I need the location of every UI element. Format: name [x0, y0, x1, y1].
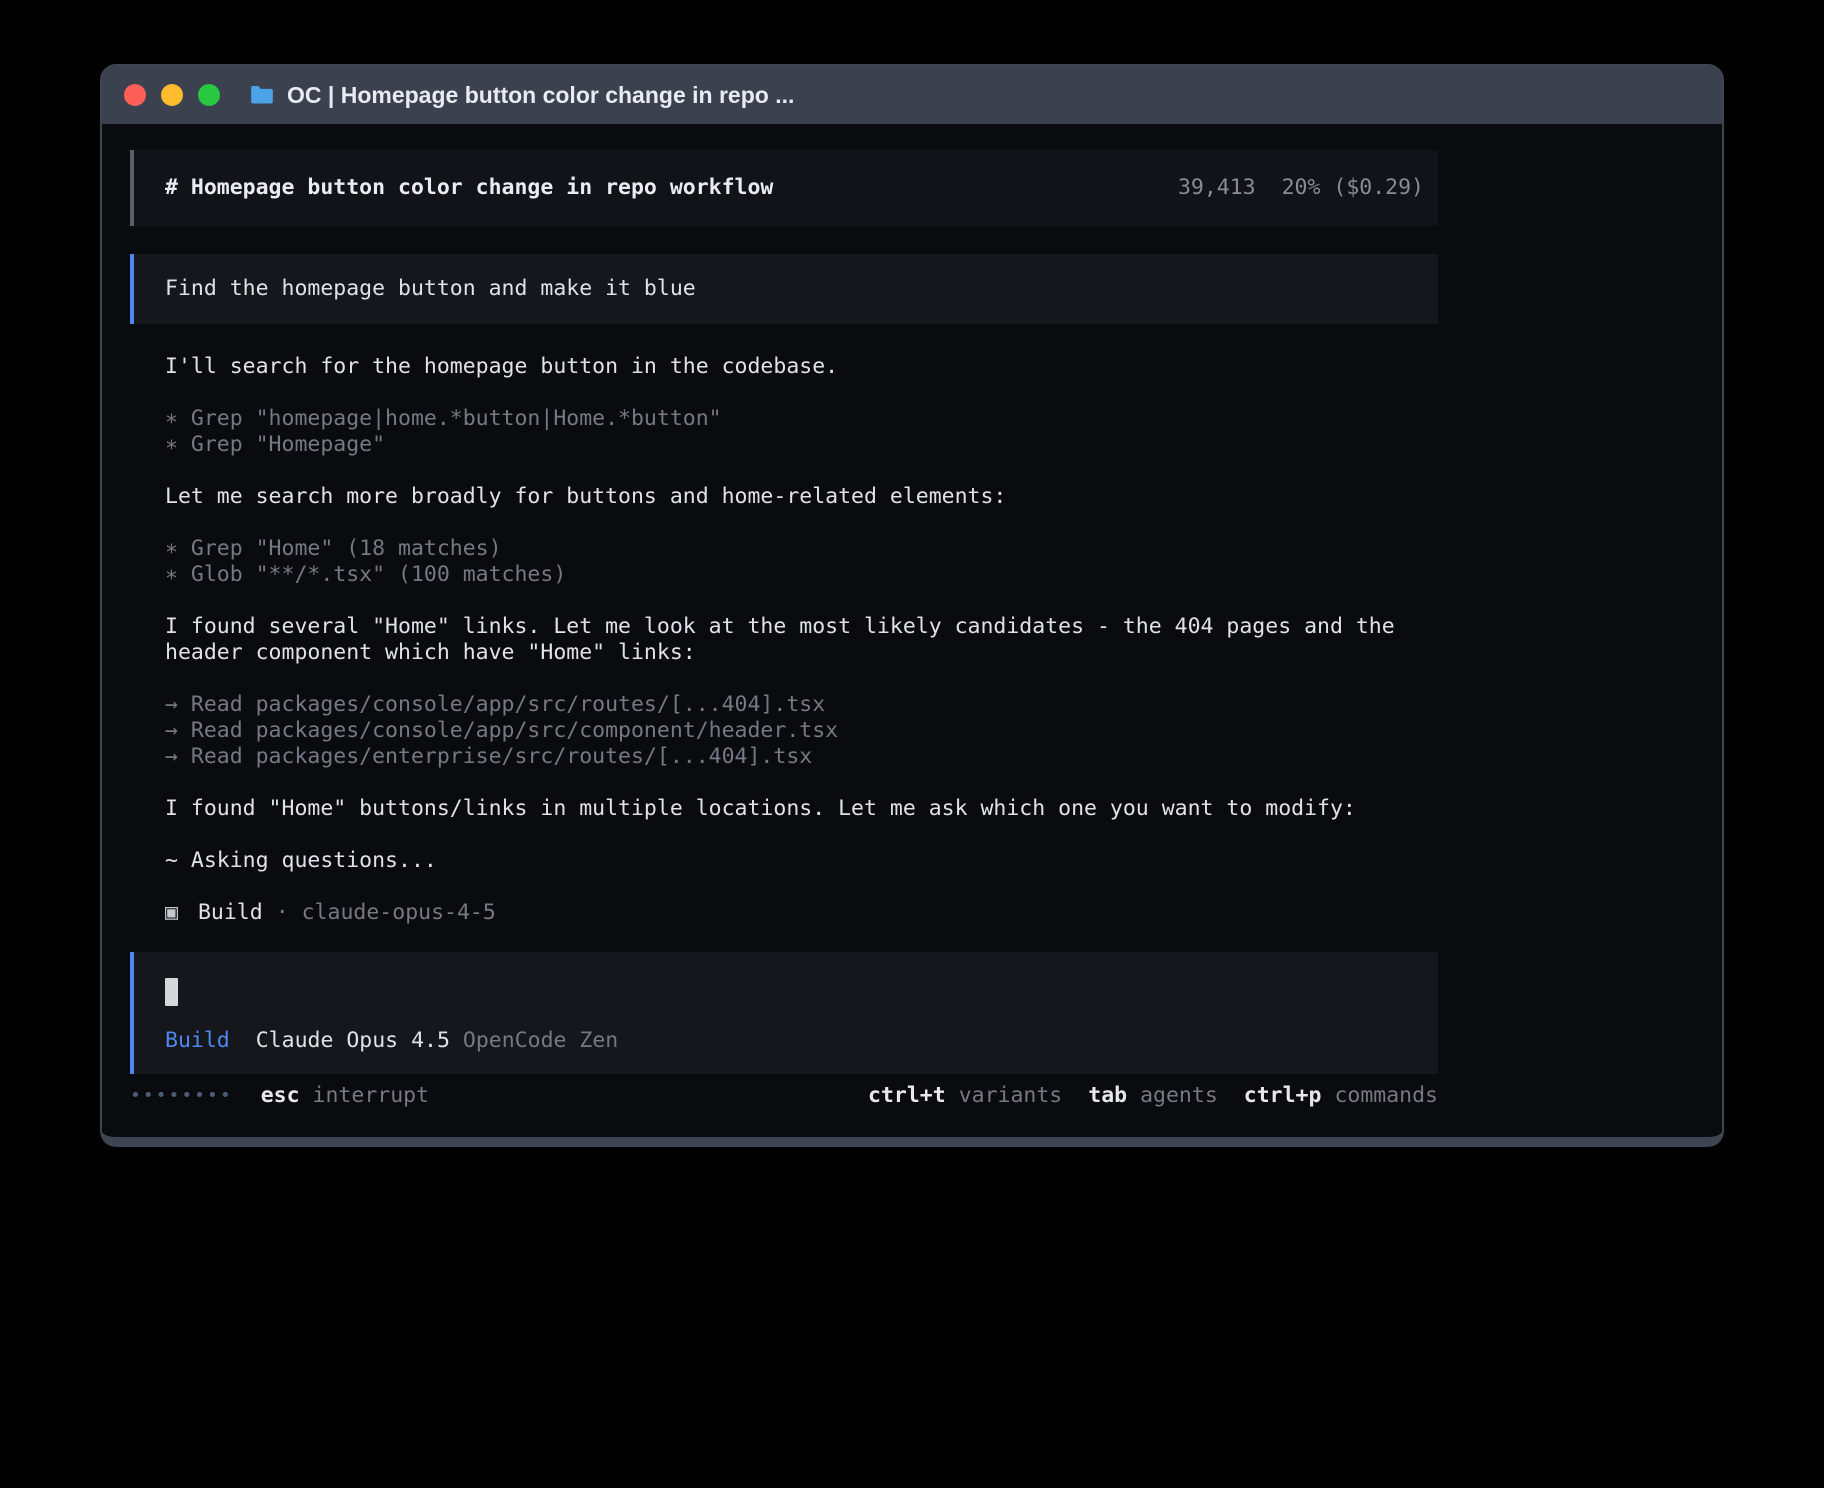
assistant-text: Let me search more broadly for buttons a… [165, 484, 1438, 510]
esc-key-label: esc [261, 1082, 300, 1110]
assistant-text-line: I found "Home" buttons/links in multiple… [165, 796, 1438, 822]
hint-label: agents [1140, 1082, 1218, 1110]
hint-key: ctrl+t [868, 1082, 946, 1110]
hint-key: tab [1088, 1082, 1127, 1110]
tool-call-glob: ∗ Glob "**/*.tsx" (100 matches) [165, 562, 1438, 588]
terminal-content: # Homepage button color change in repo w… [102, 124, 1722, 1110]
user-message: Find the homepage button and make it blu… [130, 254, 1438, 324]
hint-label: commands [1334, 1082, 1438, 1110]
model-row: Build Claude Opus 4.5 OpenCode Zen [165, 1028, 1424, 1054]
provider-name: OpenCode Zen [463, 1028, 618, 1053]
hint-agents: tab agents [1088, 1082, 1218, 1110]
assistant-text-line: I'll search for the homepage button in t… [165, 354, 1438, 380]
terminal-window: OC | Homepage button color change in rep… [100, 64, 1724, 1147]
agent-model: claude-opus-4-5 [302, 900, 496, 925]
zoom-button[interactable] [198, 84, 220, 106]
asking-questions-status: ~ Asking questions... [165, 848, 1438, 874]
hint-label: variants [959, 1082, 1063, 1110]
assistant-transcript: I'll search for the homepage button in t… [130, 354, 1438, 926]
assistant-text: I'll search for the homepage button in t… [165, 354, 1438, 380]
agent-name: Build [198, 900, 263, 925]
agent-status-line: ▣ Build · claude-opus-4-5 [165, 900, 1438, 926]
context-usage: 20% ($0.29) [1282, 175, 1424, 201]
tool-call-grep: ∗ Grep "Home" (18 matches) [165, 536, 1438, 562]
agent-icon: ▣ [165, 900, 178, 925]
session-header: # Homepage button color change in repo w… [130, 150, 1438, 226]
tool-call-read: → Read packages/console/app/src/componen… [165, 718, 1438, 744]
close-button[interactable] [124, 84, 146, 106]
tool-call-group: ∗ Grep "homepage|home.*button|Home.*butt… [165, 406, 1438, 458]
folder-icon [249, 82, 275, 108]
agent-mode-label: Build [165, 1028, 230, 1053]
tool-call-grep: ∗ Grep "Homepage" [165, 432, 1438, 458]
token-count: 39,413 [1178, 175, 1256, 201]
window-title: OC | Homepage button color change in rep… [287, 82, 794, 109]
tool-call-read: → Read packages/console/app/src/routes/[… [165, 692, 1438, 718]
prompt-input[interactable]: Build Claude Opus 4.5 OpenCode Zen [130, 952, 1438, 1074]
dot-separator-icon: · [276, 900, 289, 925]
tool-call-group: → Read packages/console/app/src/routes/[… [165, 692, 1438, 770]
status-line: ~ Asking questions... [165, 848, 1438, 874]
user-message-text: Find the homepage button and make it blu… [165, 276, 696, 301]
spinner-dots-icon: •••••••• [130, 1082, 233, 1110]
interrupt-label: interrupt [313, 1082, 430, 1110]
status-bar-hints: ctrl+t variants tab agents ctrl+p comman… [868, 1082, 1438, 1110]
assistant-text-line: I found several "Home" links. Let me loo… [165, 614, 1438, 666]
model-name: Claude Opus 4.5 [256, 1028, 450, 1053]
hint-key: ctrl+p [1244, 1082, 1322, 1110]
window-titlebar[interactable]: OC | Homepage button color change in rep… [102, 66, 1722, 124]
hint-commands: ctrl+p commands [1244, 1082, 1438, 1110]
assistant-text: I found several "Home" links. Let me loo… [165, 614, 1438, 666]
minimize-button[interactable] [161, 84, 183, 106]
hint-variants: ctrl+t variants [868, 1082, 1062, 1110]
tool-call-grep: ∗ Grep "homepage|home.*button|Home.*butt… [165, 406, 1438, 432]
assistant-text-line: Let me search more broadly for buttons a… [165, 484, 1438, 510]
status-bar-left: •••••••• esc interrupt [130, 1082, 429, 1110]
tool-call-read: → Read packages/enterprise/src/routes/[.… [165, 744, 1438, 770]
session-title: # Homepage button color change in repo w… [165, 175, 773, 201]
session-stats: 39,413 20% ($0.29) [1178, 175, 1424, 201]
assistant-text: I found "Home" buttons/links in multiple… [165, 796, 1438, 822]
status-bar: •••••••• esc interrupt ctrl+t variants t… [130, 1082, 1438, 1110]
text-cursor-icon [165, 978, 178, 1006]
tool-call-group: ∗ Grep "Home" (18 matches) ∗ Glob "**/*.… [165, 536, 1438, 588]
